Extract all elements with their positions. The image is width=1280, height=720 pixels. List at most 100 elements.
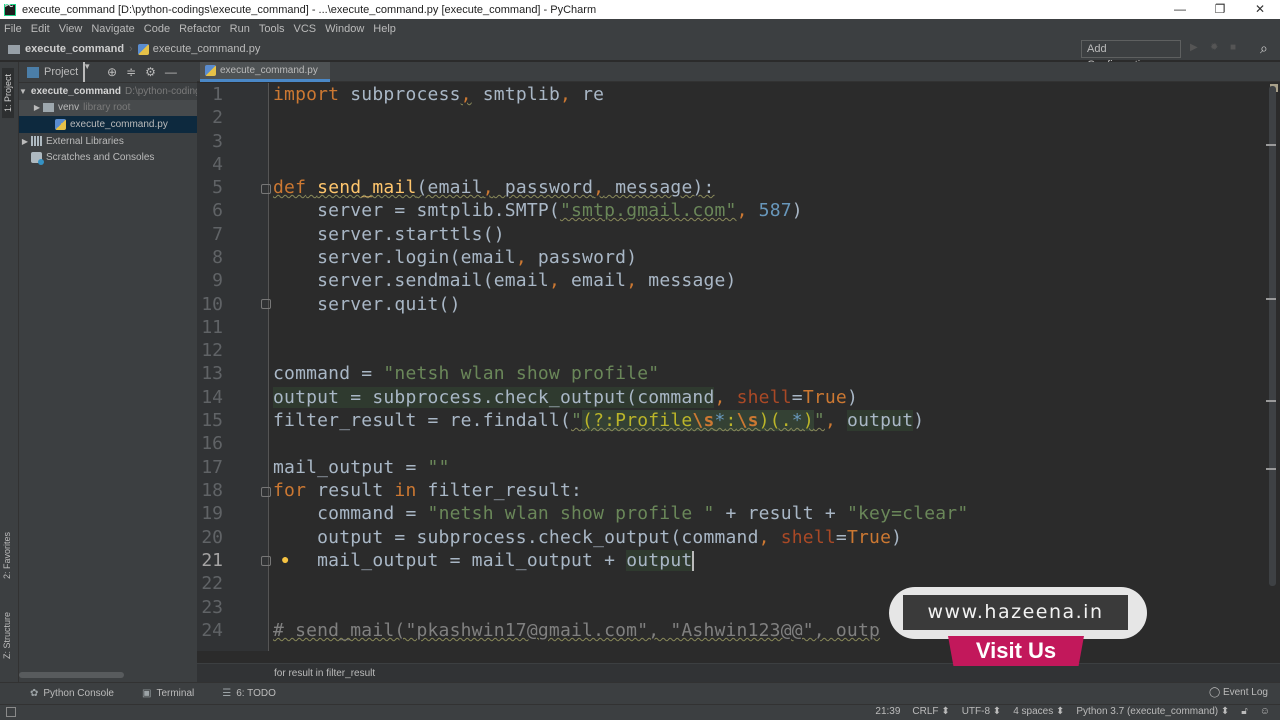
scroll-marker[interactable]: [1266, 298, 1276, 300]
code-line-10: server.quit(): [273, 294, 461, 315]
project-panel-header: Project ▼ ⊕ ≑ ⚙ —: [19, 62, 197, 83]
python-file-icon: [55, 118, 66, 130]
breadcrumb-file[interactable]: execute_command.py: [153, 43, 261, 55]
token: ): [913, 410, 925, 431]
chevron-right-icon[interactable]: ▶: [19, 137, 31, 146]
hector-icon[interactable]: ☺: [1260, 706, 1270, 717]
project-panel-actions: ⊕ ≑ ⚙ —: [107, 65, 177, 79]
menu-vcs[interactable]: VCS: [294, 23, 317, 35]
token: ,: [758, 527, 770, 548]
code-line-18: for result in filter_result:: [273, 480, 582, 501]
menu-code[interactable]: Code: [144, 23, 170, 35]
collapse-all-icon[interactable]: ≑: [126, 65, 136, 79]
chevron-right-icon[interactable]: ▶: [31, 103, 43, 112]
stop-icon[interactable]: ■: [1230, 42, 1240, 54]
line-separator-selector[interactable]: CRLF ⬍: [912, 706, 949, 717]
window-title: execute_command [D:\python-codings\execu…: [22, 3, 597, 16]
code-area[interactable]: import subprocess, smtplib, re def send_…: [273, 83, 1268, 651]
project-horizontal-scrollbar[interactable]: [19, 672, 124, 678]
line-number: 8: [212, 247, 223, 268]
token: "": [427, 457, 450, 478]
hide-panel-icon[interactable]: —: [165, 65, 177, 79]
menu-help[interactable]: Help: [373, 23, 396, 35]
code-line-15: filter_result = re.findall("(?:Profile\s…: [273, 410, 924, 431]
visit-us-badge: Visit Us: [948, 636, 1084, 666]
fold-marker-icon[interactable]: [261, 184, 271, 194]
token: server.quit(): [273, 294, 461, 315]
token: # send_mail("pkashwin17@gmail.com", "Ash…: [273, 620, 881, 641]
todo-button[interactable]: ☰ 6: TODO: [222, 688, 276, 699]
tree-item-venv[interactable]: ▶ venv library root: [19, 99, 197, 117]
scroll-marker[interactable]: [1266, 468, 1276, 470]
scroll-marker[interactable]: [1266, 400, 1276, 402]
line-number: 1: [212, 84, 223, 105]
menu-run[interactable]: Run: [230, 23, 250, 35]
project-view-selector[interactable]: Project: [44, 66, 78, 78]
menu-window[interactable]: Window: [325, 23, 364, 35]
tree-item-external-libraries[interactable]: ▶ External Libraries: [19, 133, 197, 150]
toolwindow-structure-tab[interactable]: Z: Structure: [2, 612, 12, 659]
line-number: 17: [201, 457, 223, 478]
toolwindow-project-tab[interactable]: 1: Project: [2, 68, 14, 119]
token: (?:Profile: [582, 410, 693, 431]
debug-icon[interactable]: ✹: [1210, 42, 1220, 54]
search-everywhere-icon[interactable]: ⌕: [1260, 40, 1268, 57]
token: ,: [626, 270, 638, 291]
menu-edit[interactable]: Edit: [31, 23, 50, 35]
close-button[interactable]: ✕: [1240, 0, 1280, 19]
fold-end-marker-icon[interactable]: [261, 556, 271, 566]
code-line-17: mail_output = "": [273, 457, 450, 478]
menu-view[interactable]: View: [59, 23, 83, 35]
menu-refactor[interactable]: Refactor: [179, 23, 221, 35]
python-console-button[interactable]: ✿ Python Console: [30, 688, 114, 699]
locate-file-icon[interactable]: ⊕: [107, 65, 117, 79]
toolwindow-favorites-tab[interactable]: 2: Favorites: [2, 532, 12, 579]
scroll-marker[interactable]: [1266, 144, 1276, 146]
line-number: 12: [201, 340, 223, 361]
tree-item-scratches[interactable]: Scratches and Consoles: [19, 149, 197, 166]
editor-breadcrumb-context[interactable]: for result in filter_result: [197, 663, 1280, 682]
editor-tabs: execute_command.py: [197, 62, 1280, 82]
menu-navigate[interactable]: Navigate: [91, 23, 134, 35]
token: ,: [559, 84, 572, 105]
editor-tab-execute-command-py[interactable]: execute_command.py: [200, 62, 330, 82]
editor-vertical-scrollbar[interactable]: [1266, 86, 1276, 586]
breadcrumb-project[interactable]: execute_command: [25, 43, 124, 55]
code-line-20: output = subprocess.check_output(command…: [273, 527, 902, 548]
caret-position[interactable]: 21:39: [875, 706, 900, 717]
add-configuration-button[interactable]: Add Configuration...: [1081, 40, 1181, 71]
chevron-down-icon[interactable]: ▼: [19, 87, 27, 96]
text-caret: [692, 551, 695, 571]
tree-item-execute-command-py[interactable]: execute_command.py: [19, 116, 197, 133]
terminal-button[interactable]: ▣ Terminal: [142, 688, 194, 699]
tree-item-path: D:\python-codings\execute_command: [124, 85, 197, 97]
menu-file[interactable]: File: [4, 23, 22, 35]
lock-icon[interactable]: 🔓︎: [1241, 706, 1247, 717]
fold-end-marker-icon[interactable]: [261, 299, 271, 309]
chevron-down-icon[interactable]: ▼: [83, 62, 91, 82]
menu-tools[interactable]: Tools: [259, 23, 285, 35]
gear-icon[interactable]: ⚙: [145, 65, 156, 79]
encoding-selector[interactable]: UTF-8 ⬍: [962, 706, 1002, 717]
maximize-button[interactable]: ❐: [1200, 0, 1240, 19]
interpreter-selector[interactable]: Python 3.7 (execute_command) ⬍: [1076, 706, 1229, 717]
token: *: [791, 410, 803, 431]
code-line-7: server.starttls(): [273, 224, 505, 245]
event-log-button[interactable]: ◯ Event Log: [1209, 687, 1268, 698]
tree-item-project-root[interactable]: ▼ execute_command D:\python-codings\exec…: [19, 83, 197, 100]
code-line-19: command = "netsh wlan show profile " + r…: [273, 503, 968, 524]
indent-selector[interactable]: 4 spaces ⬍: [1013, 706, 1064, 717]
token: ,: [460, 84, 472, 105]
tree-item-label: execute_command.py: [70, 118, 168, 130]
token: filter_result:: [416, 480, 583, 501]
token: for: [273, 480, 307, 501]
run-icon[interactable]: ▶: [1190, 42, 1200, 54]
terminal-icon: ▣: [142, 688, 152, 699]
minimize-button[interactable]: —: [1160, 0, 1200, 19]
toggle-toolwindows-icon[interactable]: [6, 707, 16, 717]
fold-marker-icon[interactable]: [261, 487, 271, 497]
token: server.starttls(): [273, 224, 505, 245]
line-number-current: 21: [201, 550, 223, 571]
